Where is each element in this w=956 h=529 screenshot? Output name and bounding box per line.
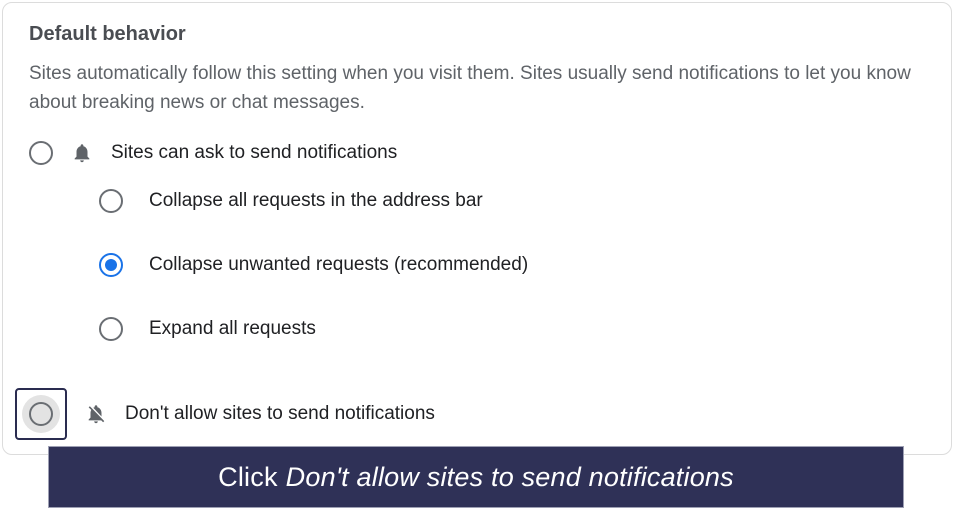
option-ask-row[interactable]: Sites can ask to send notifications bbox=[29, 141, 925, 165]
bell-icon bbox=[71, 142, 93, 164]
radio-block[interactable] bbox=[29, 402, 53, 426]
sub-options: Collapse all requests in the address bar… bbox=[99, 189, 925, 341]
option-block-label: Don't allow sites to send notifications bbox=[125, 403, 435, 425]
sub-option-collapse-unwanted[interactable]: Collapse unwanted requests (recommended) bbox=[99, 253, 925, 277]
radio-collapse-unwanted[interactable] bbox=[99, 253, 123, 277]
section-description: Sites automatically follow this setting … bbox=[29, 60, 925, 117]
settings-card: Default behavior Sites automatically fol… bbox=[2, 2, 952, 455]
instruction-action: Don't allow sites to send notifications bbox=[286, 462, 734, 493]
sub-label-collapse-unwanted: Collapse unwanted requests (recommended) bbox=[149, 254, 528, 276]
radio-collapse-all[interactable] bbox=[99, 189, 123, 213]
section-title: Default behavior bbox=[29, 23, 925, 46]
instruction-prefix: Click bbox=[218, 462, 278, 493]
sub-label-collapse-all: Collapse all requests in the address bar bbox=[149, 190, 483, 212]
bell-off-icon bbox=[85, 403, 107, 425]
option-ask-label: Sites can ask to send notifications bbox=[111, 142, 397, 164]
instruction-banner: Click Don't allow sites to send notifica… bbox=[48, 446, 904, 508]
sub-option-expand-all[interactable]: Expand all requests bbox=[99, 317, 925, 341]
sub-option-collapse-all[interactable]: Collapse all requests in the address bar bbox=[99, 189, 925, 213]
sub-label-expand-all: Expand all requests bbox=[149, 318, 316, 340]
radio-ask[interactable] bbox=[29, 141, 53, 165]
radio-expand-all[interactable] bbox=[99, 317, 123, 341]
option-block-row[interactable]: Don't allow sites to send notifications bbox=[15, 388, 435, 440]
focus-highlight bbox=[15, 388, 67, 440]
